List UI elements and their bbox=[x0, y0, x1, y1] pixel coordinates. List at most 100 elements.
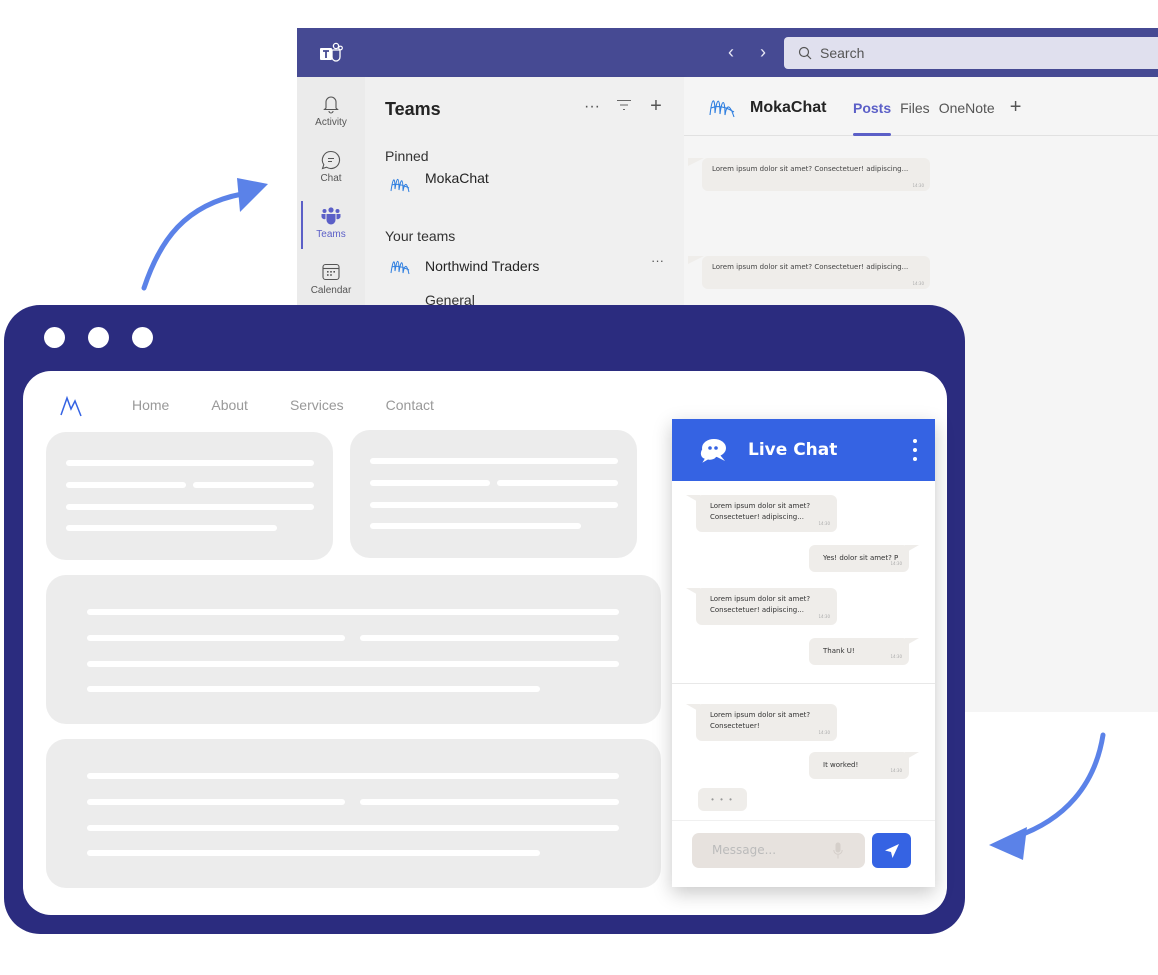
chat-message-incoming: Lorem ipsum dolor sit amet? Consectetuer… bbox=[686, 704, 837, 741]
message-time: 14:30 bbox=[818, 521, 830, 526]
search-input[interactable]: Search bbox=[784, 37, 1158, 69]
placeholder-line bbox=[370, 458, 618, 464]
add-tab-button[interactable]: + bbox=[1010, 96, 1022, 136]
post-message[interactable]: Lorem ipsum dolor sit amet? Consectetuer… bbox=[702, 256, 930, 289]
placeholder-line bbox=[370, 480, 490, 486]
back-button[interactable]: ‹ bbox=[721, 40, 741, 64]
chat-bubbles-icon bbox=[699, 439, 726, 465]
rail-item-activity[interactable]: Activity bbox=[297, 89, 365, 141]
site-logo-icon[interactable] bbox=[59, 395, 83, 417]
post-message[interactable]: Lorem ipsum dolor sit amet? Consectetuer… bbox=[702, 158, 930, 191]
rail-label: Teams bbox=[316, 229, 346, 240]
window-dot bbox=[44, 327, 65, 348]
chat-message-outgoing: Thank U! 14:30 bbox=[809, 638, 919, 665]
pinned-team-mokachat[interactable]: MokaChat bbox=[389, 170, 489, 195]
message-text: Lorem ipsum dolor sit amet? bbox=[710, 711, 811, 719]
filter-button[interactable] bbox=[615, 98, 633, 116]
message-text: Lorem ipsum dolor sit amet? bbox=[710, 595, 811, 603]
post-time: 14:30 bbox=[912, 183, 924, 188]
team-name: MokaChat bbox=[425, 170, 489, 186]
microphone-icon[interactable] bbox=[833, 842, 843, 859]
placeholder-line bbox=[66, 525, 277, 531]
placeholder-line bbox=[66, 504, 314, 510]
send-icon bbox=[884, 843, 899, 858]
placeholder-line bbox=[87, 686, 540, 692]
more-options-button[interactable]: ··· bbox=[583, 98, 601, 116]
tab-onenote[interactable]: OneNote bbox=[939, 100, 995, 136]
message-placeholder: Message... bbox=[712, 843, 777, 857]
pinned-heading: Pinned bbox=[385, 148, 429, 164]
chat-message-outgoing: Yes! dolor sit amet? P 14:30 bbox=[809, 545, 919, 572]
live-chat-title: Live Chat bbox=[748, 440, 838, 460]
rail-label: Activity bbox=[315, 117, 347, 128]
team-northwind-traders[interactable]: Northwind Traders ··· bbox=[389, 253, 664, 277]
chat-message-incoming: Lorem ipsum dolor sit amet? Consectetuer… bbox=[686, 495, 837, 532]
message-time: 14:30 bbox=[890, 654, 902, 659]
rail-label: Calendar bbox=[310, 285, 352, 296]
chat-menu-button[interactable] bbox=[911, 439, 919, 461]
send-button[interactable] bbox=[872, 833, 911, 868]
add-team-button[interactable]: + bbox=[647, 95, 665, 118]
chat-icon bbox=[321, 150, 340, 170]
placeholder-line bbox=[370, 523, 581, 529]
rail-label: Chat bbox=[320, 173, 342, 184]
message-time: 14:30 bbox=[818, 730, 830, 735]
nav-about[interactable]: About bbox=[211, 397, 248, 413]
placeholder-line bbox=[66, 460, 314, 466]
placeholder-line bbox=[370, 502, 618, 508]
tab-posts[interactable]: Posts bbox=[853, 100, 892, 136]
placeholder-line bbox=[87, 799, 345, 805]
placeholder-line bbox=[87, 773, 619, 779]
placeholder-line bbox=[360, 799, 619, 805]
message-input[interactable]: Message... bbox=[692, 833, 865, 868]
chat-message-outgoing: It worked! 14:30 bbox=[809, 752, 919, 779]
window-dot bbox=[132, 327, 153, 348]
teams-list-title: Teams bbox=[385, 99, 441, 119]
window-dot bbox=[88, 327, 109, 348]
placeholder-card bbox=[350, 430, 637, 558]
message-text: Lorem ipsum dolor sit amet? bbox=[710, 502, 811, 510]
your-teams-heading: Your teams bbox=[385, 228, 456, 244]
placeholder-line bbox=[87, 850, 540, 856]
placeholder-line bbox=[87, 635, 345, 641]
placeholder-line bbox=[87, 825, 619, 831]
teams-titlebar: ‹ › Search bbox=[297, 28, 1158, 77]
teams-icon bbox=[321, 207, 341, 225]
mokachat-logo-icon bbox=[709, 100, 735, 118]
message-text: Thank U! bbox=[823, 647, 855, 655]
message-time: 14:30 bbox=[890, 768, 902, 773]
post-time: 14:30 bbox=[912, 281, 924, 286]
message-text: Consectetuer! adipiscing... bbox=[710, 513, 804, 521]
placeholder-line bbox=[193, 482, 314, 488]
rail-item-calendar[interactable]: Calendar bbox=[297, 257, 365, 309]
nav-contact[interactable]: Contact bbox=[386, 397, 434, 413]
rail-item-teams[interactable]: Teams bbox=[297, 201, 365, 253]
message-time: 14:30 bbox=[818, 614, 830, 619]
northwind-logo-icon bbox=[390, 260, 410, 275]
placeholder-line bbox=[66, 482, 186, 488]
search-icon bbox=[798, 46, 812, 60]
placeholder-card bbox=[46, 432, 333, 560]
teams-logo-icon bbox=[320, 42, 343, 62]
message-text: It worked! bbox=[823, 761, 859, 769]
tab-files[interactable]: Files bbox=[900, 100, 930, 136]
placeholder-line bbox=[87, 609, 619, 615]
live-chat-widget: Live Chat Lorem ipsum dolor sit amet? Co… bbox=[672, 419, 935, 887]
chat-message-incoming: Lorem ipsum dolor sit amet? Consectetuer… bbox=[686, 588, 837, 625]
curved-arrow-up-icon bbox=[141, 178, 268, 291]
nav-home[interactable]: Home bbox=[132, 397, 169, 413]
team-more-button[interactable]: ··· bbox=[651, 253, 664, 268]
team-name: Northwind Traders bbox=[425, 258, 540, 274]
post-text: Lorem ipsum dolor sit amet? Consectetuer… bbox=[712, 263, 909, 271]
post-text: Lorem ipsum dolor sit amet? Consectetuer… bbox=[712, 165, 909, 173]
search-placeholder: Search bbox=[820, 45, 865, 61]
message-text: Consectetuer! bbox=[710, 722, 760, 730]
curved-arrow-down-icon bbox=[989, 732, 1106, 860]
nav-services[interactable]: Services bbox=[290, 397, 344, 413]
typing-indicator: • • • bbox=[698, 788, 747, 811]
mokachat-logo-icon bbox=[390, 178, 410, 193]
rail-item-chat[interactable]: Chat bbox=[297, 145, 365, 197]
forward-button[interactable]: › bbox=[753, 40, 773, 64]
calendar-icon bbox=[322, 263, 340, 281]
bell-icon bbox=[323, 96, 339, 114]
